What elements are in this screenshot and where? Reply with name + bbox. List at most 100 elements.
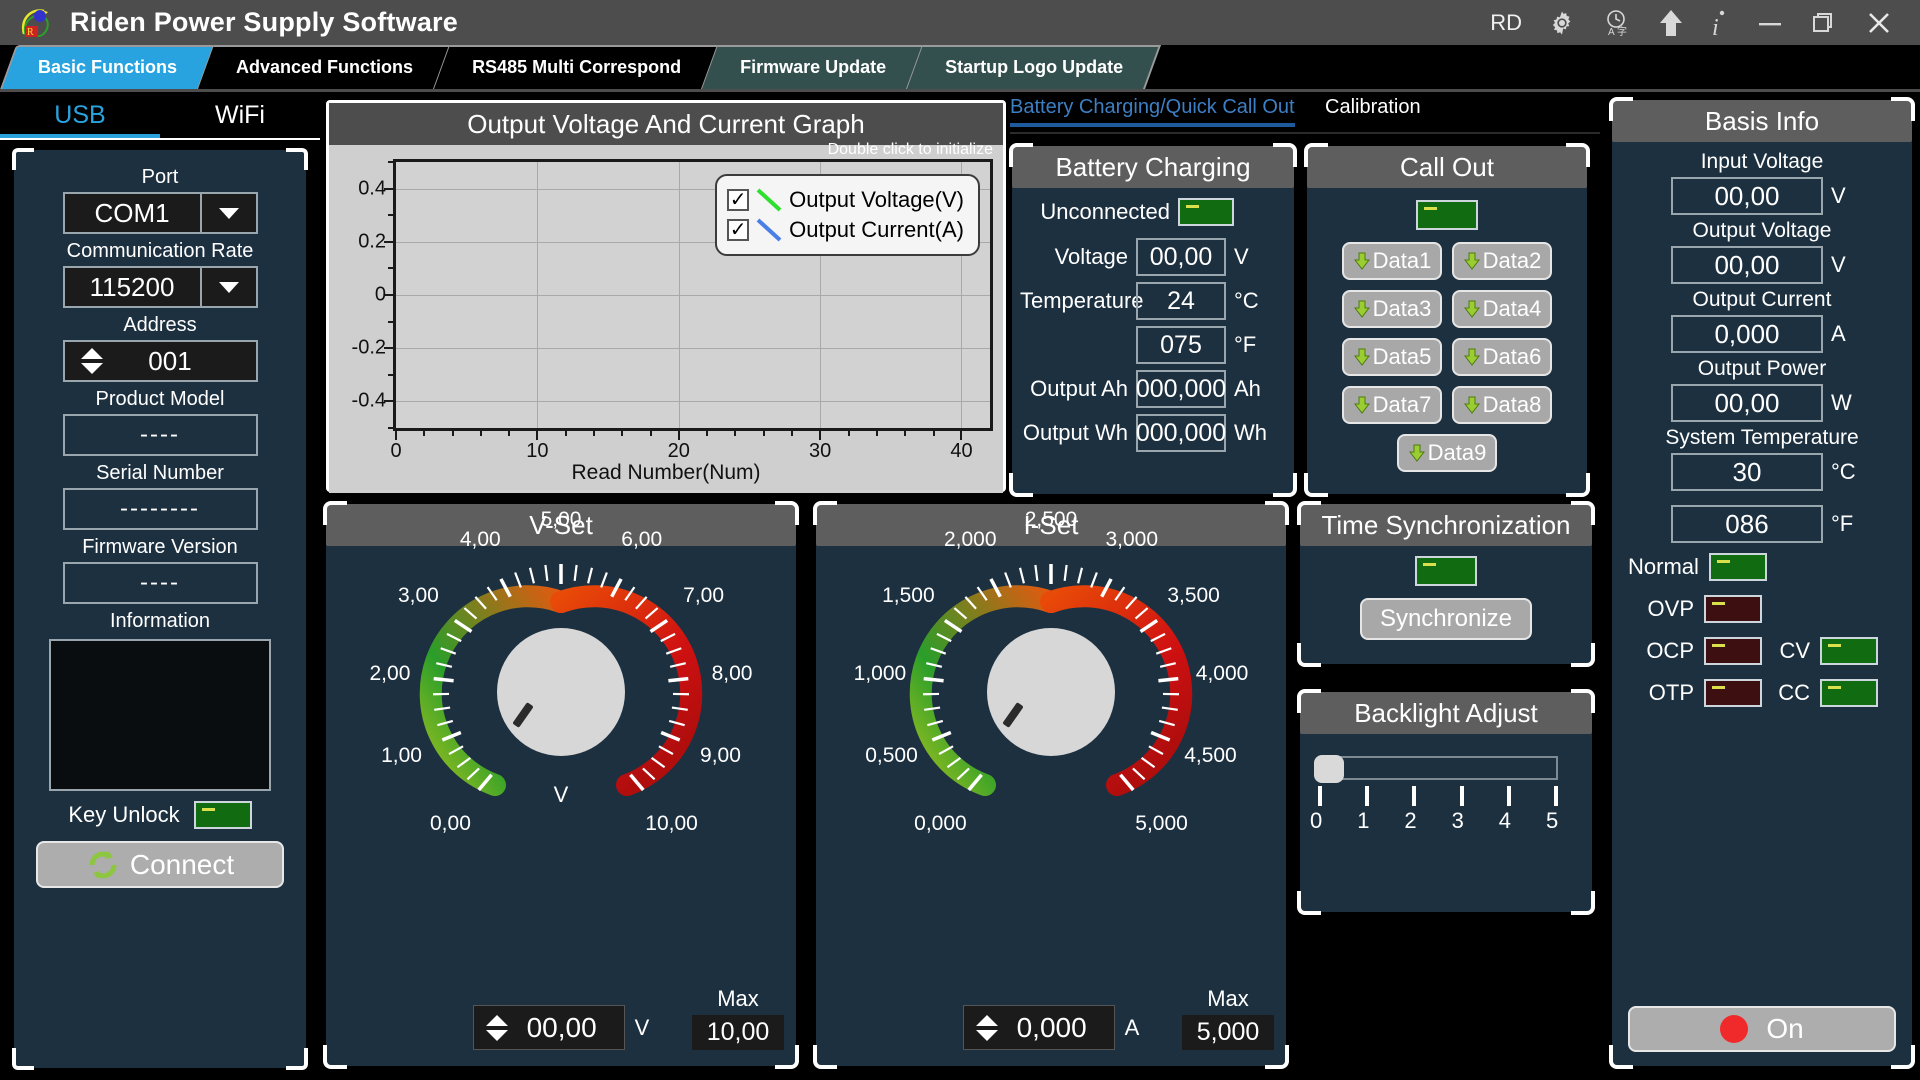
- gauge-tick-label: 1,000: [854, 662, 907, 686]
- v-set-card: V-Set: [326, 504, 796, 1066]
- x-tick-label: 10: [526, 440, 548, 463]
- minimize-icon[interactable]: [1756, 9, 1784, 37]
- chart-legend[interactable]: ✓ Output Voltage(V) ✓ Output Current(A): [715, 174, 980, 256]
- battery-output-ah-row: Output Ah 000,000 Ah: [1020, 370, 1286, 408]
- battery-output-ah-label: Output Ah: [1020, 376, 1128, 402]
- call-out-button-data8[interactable]: Data8: [1452, 386, 1552, 424]
- connection-tab-wifi[interactable]: WiFi: [160, 92, 320, 138]
- information-textarea[interactable]: [49, 639, 271, 791]
- connect-label: Connect: [130, 849, 234, 881]
- power-toggle-button[interactable]: On: [1628, 1006, 1896, 1052]
- key-unlock-indicator: [194, 801, 252, 829]
- port-select[interactable]: COM1: [63, 192, 258, 234]
- battery-status-row: Unconnected: [1020, 198, 1286, 226]
- chevron-down-icon[interactable]: [200, 194, 256, 232]
- download-icon: [1463, 252, 1481, 270]
- subtab-calibration[interactable]: Calibration: [1325, 96, 1421, 119]
- rd-label: RD: [1490, 10, 1522, 36]
- call-out-button-data6[interactable]: Data6: [1452, 338, 1552, 376]
- call-out-button-data5[interactable]: Data5: [1342, 338, 1442, 376]
- download-icon: [1463, 396, 1481, 414]
- connection-tab-usb[interactable]: USB: [0, 92, 160, 138]
- call-out-button-data7[interactable]: Data7: [1342, 386, 1442, 424]
- gear-icon[interactable]: [1548, 9, 1576, 37]
- tab-firmware-update[interactable]: Firmware Update: [710, 45, 916, 89]
- call-out-button-data4[interactable]: Data4: [1452, 290, 1552, 328]
- info-icon[interactable]: i: [1710, 8, 1730, 38]
- system-temperature-f-value: 086: [1671, 505, 1823, 543]
- i-set-input[interactable]: 0,000: [963, 1005, 1115, 1050]
- tab-advanced-functions[interactable]: Advanced Functions: [206, 45, 443, 89]
- legend-checkbox[interactable]: ✓: [727, 219, 749, 241]
- subtab-battery-charging[interactable]: Battery Charging/Quick Call Out: [1010, 96, 1295, 127]
- chart-header: Output Voltage And Current Graph: [329, 103, 1003, 145]
- status-row-ovp: OVP: [1622, 595, 1902, 623]
- output-graph-card[interactable]: Output Voltage And Current Graph Double …: [326, 100, 1006, 492]
- plot-area[interactable]: 0.4 0.2 0 -0.2 -0.4 0 10 20 30 40: [329, 145, 1003, 493]
- tab-startup-logo-update[interactable]: Startup Logo Update: [915, 45, 1153, 89]
- slider-tick: [1554, 786, 1558, 806]
- legend-checkbox[interactable]: ✓: [727, 189, 749, 211]
- call-out-button-data9[interactable]: Data9: [1397, 434, 1497, 472]
- chart-subtitle: Double click to initialize: [828, 141, 993, 159]
- call-out-button-data1[interactable]: Data1: [1342, 242, 1442, 280]
- call-out-button-label: Data6: [1483, 344, 1542, 370]
- slider-tick: [1318, 786, 1322, 806]
- call-out-button-data3[interactable]: Data3: [1342, 290, 1442, 328]
- v-set-unit: V: [554, 782, 569, 808]
- legend-item-voltage[interactable]: ✓ Output Voltage(V): [727, 185, 964, 215]
- tab-rs485-multi-correspond[interactable]: RS485 Multi Correspond: [442, 45, 711, 89]
- call-out-button-label: Data3: [1373, 296, 1432, 322]
- serial-number-label: Serial Number: [14, 462, 306, 485]
- backlight-tick-marks: [1312, 786, 1564, 806]
- v-set-knob[interactable]: [497, 628, 625, 756]
- status-indicator-normal: [1709, 553, 1767, 581]
- v-set-input[interactable]: 00,00: [473, 1005, 625, 1050]
- stepper-arrows-icon[interactable]: [474, 1014, 520, 1042]
- time-sync-indicator: [1415, 556, 1477, 586]
- stepper-arrows-icon[interactable]: [964, 1014, 1010, 1042]
- status-indicator-ocp: [1704, 637, 1762, 665]
- upload-icon[interactable]: [1658, 8, 1684, 38]
- backlight-slider-handle[interactable]: [1314, 755, 1344, 783]
- tab-label: Startup Logo Update: [945, 57, 1123, 78]
- i-set-max-value[interactable]: 5,000: [1182, 1015, 1274, 1050]
- knob-pointer: [512, 702, 533, 728]
- synchronize-button[interactable]: Synchronize: [1360, 598, 1532, 640]
- v-set-gauge[interactable]: V 0,001,002,003,004,005,006,007,008,009,…: [326, 546, 796, 824]
- output-current-label: Output Current: [1622, 288, 1902, 312]
- time-synchronization-title: Time Synchronization: [1300, 504, 1592, 546]
- chevron-down-icon[interactable]: [200, 268, 256, 306]
- communication-rate-value: 115200: [65, 272, 200, 303]
- address-stepper[interactable]: 001: [63, 340, 258, 382]
- gauge-tick-label: 6,00: [621, 528, 662, 552]
- y-tick-label: 0.2: [358, 230, 386, 253]
- battery-charging-card: Battery Charging Unconnected Voltage 00,…: [1012, 146, 1294, 494]
- call-out-button-data2[interactable]: Data2: [1452, 242, 1552, 280]
- slider-tick: [1460, 786, 1464, 806]
- v-set-max-value[interactable]: 10,00: [692, 1015, 784, 1050]
- tab-basic-functions[interactable]: Basic Functions: [8, 45, 207, 89]
- connect-button[interactable]: Connect: [36, 841, 284, 888]
- stepper-arrows-icon[interactable]: [65, 347, 119, 375]
- tab-label: Advanced Functions: [236, 57, 413, 78]
- call-out-buttons: Data1 Data2 Data3 Data4 Data5 Data6 Data…: [1307, 242, 1587, 472]
- backlight-slider[interactable]: [1318, 756, 1558, 780]
- i-set-gauge[interactable]: 0,0000,5001,0001,5002,0002,5003,0003,500…: [816, 546, 1286, 824]
- backlight-adjust-title: Backlight Adjust: [1300, 692, 1592, 734]
- i-set-knob[interactable]: [987, 628, 1115, 756]
- legend-item-current[interactable]: ✓ Output Current(A): [727, 215, 964, 245]
- communication-rate-select[interactable]: 115200: [63, 266, 258, 308]
- system-temperature-c-unit: °C: [1831, 459, 1853, 485]
- status-indicator-ovp: [1704, 595, 1762, 623]
- close-icon[interactable]: [1864, 8, 1894, 38]
- call-out-title: Call Out: [1307, 146, 1587, 188]
- battery-voltage-row: Voltage 00,00 V: [1020, 238, 1286, 276]
- corner-decoration: [12, 148, 34, 170]
- language-icon[interactable]: A 字: [1602, 8, 1632, 38]
- plot-canvas[interactable]: 0.4 0.2 0 -0.2 -0.4 0 10 20 30 40: [393, 159, 993, 431]
- maximize-icon[interactable]: [1810, 9, 1838, 37]
- communication-rate-label: Communication Rate: [14, 240, 306, 263]
- basis-info-title: Basis Info: [1612, 100, 1912, 142]
- connection-column: USB WiFi Port COM1 Communication Rate: [0, 92, 320, 1080]
